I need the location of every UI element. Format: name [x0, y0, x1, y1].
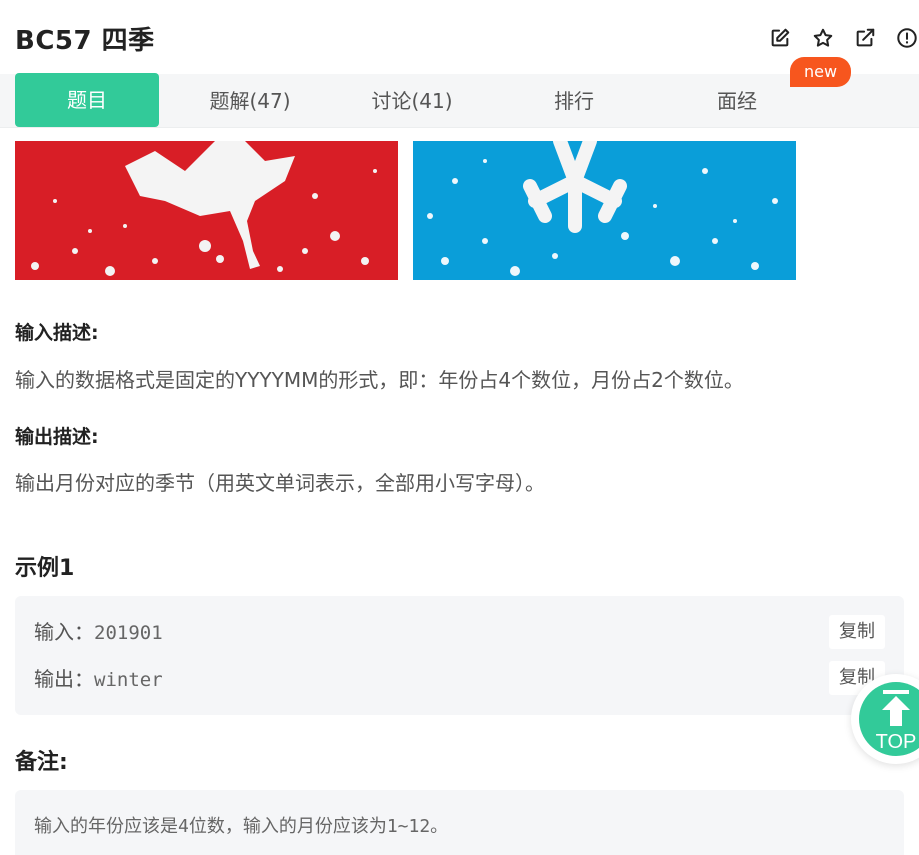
tab-solutions[interactable]: 题解(47)	[175, 74, 325, 128]
example-input-label: 输入：	[34, 620, 94, 644]
new-badge: new	[790, 57, 851, 87]
example-output-value: winter	[94, 669, 163, 691]
output-description-text: 输出月份对应的季节（用英文单词表示，全部用小写字母）。	[15, 471, 545, 495]
tab-problem[interactable]: 题目	[15, 73, 159, 127]
example-title: 示例1	[15, 556, 75, 581]
note-title: 备注:	[15, 750, 68, 775]
problem-tabs: 题目 题解(47) 讨论(41) 排行 面经	[0, 73, 919, 128]
star-icon[interactable]	[811, 26, 835, 50]
example-output-label: 输出：	[34, 667, 94, 691]
input-description-text: 输入的数据格式是固定的YYYYMM的形式，即：年份占4个数位，月份占2个数位。	[15, 368, 744, 392]
example-output-row: 输出：winter	[34, 663, 163, 692]
back-to-top-label: TOP	[875, 731, 917, 753]
external-link-icon[interactable]	[853, 26, 877, 50]
example-input-value: 201901	[94, 622, 163, 644]
tab-ranking[interactable]: 排行	[499, 74, 649, 128]
season-banner-image	[15, 141, 796, 280]
alert-icon[interactable]	[895, 26, 919, 50]
back-to-top-inner: TOP	[859, 682, 919, 756]
note-text: 输入的年份应该是4位数，输入的月份应该为1~12。	[34, 816, 449, 837]
copy-input-button[interactable]: 复制	[829, 615, 885, 649]
example-input-row: 输入：201901	[34, 616, 163, 645]
arrow-up-icon	[882, 690, 910, 726]
tab-discussion[interactable]: 讨论(41)	[337, 74, 487, 128]
note-box: 输入的年份应该是4位数，输入的月份应该为1~12。	[15, 790, 904, 855]
example-box: 输入：201901 复制 输出：winter 复制	[15, 596, 904, 715]
edit-icon[interactable]	[768, 26, 792, 50]
input-description-label: 输入描述:	[15, 322, 99, 344]
output-description-label: 输出描述:	[15, 426, 99, 448]
page-title: BC57 四季	[15, 26, 155, 56]
page-header: BC57 四季	[0, 0, 919, 74]
